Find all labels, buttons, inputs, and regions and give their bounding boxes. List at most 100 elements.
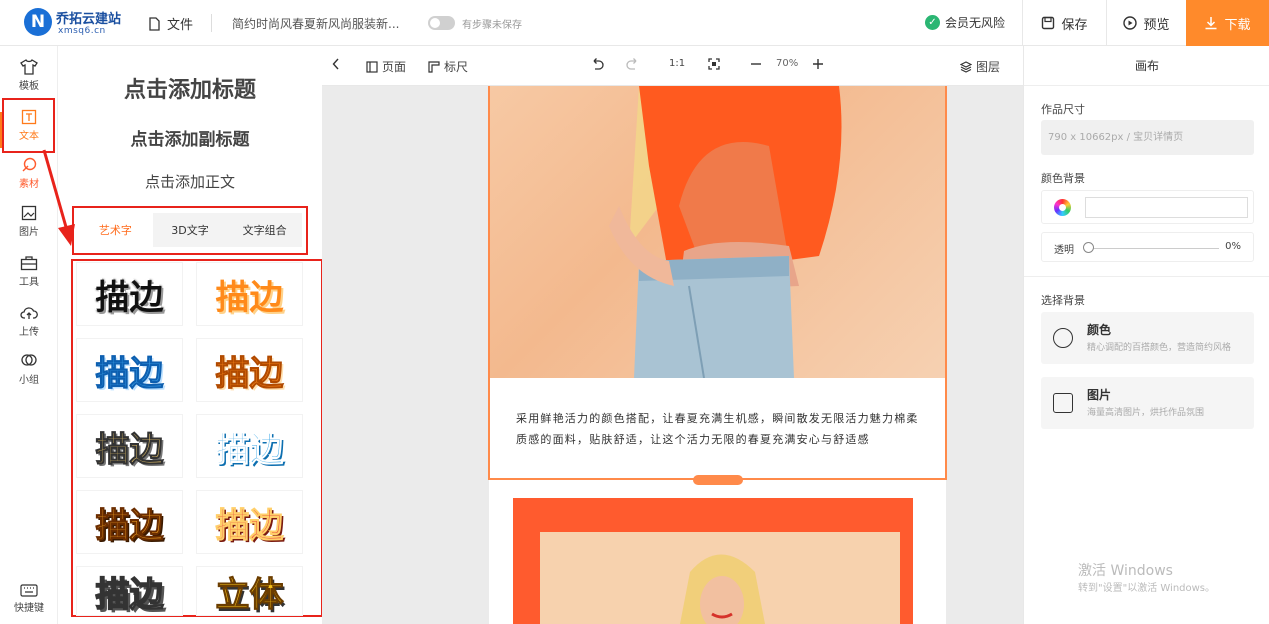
nav-item-group[interactable]: 小组 [0, 346, 58, 392]
plus-icon [813, 59, 823, 69]
divider [1024, 276, 1269, 277]
nav-label: 素材 [19, 178, 39, 190]
add-body-button[interactable]: 点击添加正文 [58, 171, 322, 192]
opacity-slider-knob[interactable] [1083, 242, 1094, 253]
art-style-item[interactable]: 立体 [196, 566, 303, 616]
image-icon [21, 205, 37, 220]
keyboard-icon [20, 584, 38, 597]
opacity-row: 透明 0% [1041, 232, 1254, 262]
check-circle-icon: ✓ [925, 15, 940, 30]
palette-icon [1053, 328, 1073, 348]
file-label: 文件 [167, 18, 194, 33]
opacity-value: 0% [1225, 241, 1241, 252]
annotation-arrow-icon [42, 149, 75, 246]
canvas-paragraph-text[interactable]: 采用鲜艳活力的颜色搭配，让春夏充满生机感，瞬间散发无限活力魅力棉柔质感的面料，贴… [516, 408, 926, 450]
nav-item-tools[interactable]: 工具 [0, 248, 58, 294]
bg-option-desc: 精心调配的百搭颜色，营造简约风格 [1087, 343, 1232, 353]
play-circle-icon [1123, 16, 1138, 30]
resize-handle[interactable] [693, 475, 743, 485]
art-style-item[interactable]: 描边 [76, 566, 183, 616]
divider [211, 14, 212, 32]
add-subtitle-button[interactable]: 点击添加副标题 [58, 125, 322, 150]
nav-label: 工具 [19, 276, 39, 288]
canvas-toolbar: 页面 标尺 1:1 70% 图层 [322, 46, 1023, 86]
file-button[interactable]: 文件 [148, 14, 193, 33]
ruler-button[interactable]: 标尺 [428, 58, 468, 75]
tab-art-text[interactable]: 艺术字 [78, 213, 153, 247]
save-button[interactable]: 保存 [1022, 0, 1106, 46]
windows-watermark-title: 激活 Windows [1078, 563, 1173, 579]
bg-option-title: 颜色 [1087, 323, 1112, 337]
logo-name: 乔拓云建站 [56, 12, 122, 27]
material-icon [22, 157, 37, 171]
canvas-area[interactable]: 采用鲜艳活力的颜色搭配，让春夏充满生机感，瞬间散发无限活力魅力棉柔质感的面料，贴… [322, 86, 1023, 624]
art-style-item[interactable]: 描边 [76, 414, 183, 478]
toolbox-icon [20, 255, 38, 270]
art-style-item[interactable]: 描边 [196, 414, 303, 478]
logo-sub: xmsq6.cn [58, 26, 106, 36]
page-icon [366, 60, 378, 73]
autosave-status: 有步骤未保存 [462, 20, 522, 31]
download-label: 下载 [1224, 17, 1251, 33]
tab-text-combo[interactable]: 文字组合 [227, 213, 302, 247]
autosave-toggle[interactable] [428, 16, 455, 30]
color-value-input[interactable] [1085, 197, 1248, 218]
art-style-item[interactable]: 描边 [76, 262, 183, 326]
canvas-settings-panel: 画布 作品尺寸 790 x 10662px / 宝贝详情页 颜色背景 透明 0%… [1023, 46, 1269, 624]
ruler-icon [428, 60, 440, 73]
logo-icon[interactable]: N [24, 8, 52, 36]
nav-label: 模板 [19, 80, 39, 92]
choose-bg-label: 选择背景 [1041, 294, 1085, 307]
art-style-item[interactable]: 描边 [196, 490, 303, 554]
color-bg-label: 颜色背景 [1041, 172, 1085, 185]
color-wheel-icon[interactable] [1054, 199, 1071, 216]
upload-icon [20, 306, 38, 319]
group-icon [21, 353, 37, 366]
page-label: 页面 [382, 60, 407, 74]
bg-option-image[interactable]: 图片 海量高清图片，烘托作品氛围 [1041, 377, 1254, 429]
art-style-item[interactable]: 描边 [196, 262, 303, 326]
undo-icon [593, 58, 604, 70]
art-style-item[interactable]: 描边 [196, 338, 303, 402]
fit-screen-icon [708, 58, 720, 70]
art-style-item[interactable]: 描边 [76, 490, 183, 554]
ruler-label: 标尺 [444, 60, 469, 74]
nav-item-upload[interactable]: 上传 [0, 298, 58, 344]
art-style-item[interactable]: 描边 [76, 338, 183, 402]
zoom-in-button[interactable] [812, 58, 824, 70]
layers-label: 图层 [976, 60, 1001, 74]
layers-icon [960, 60, 972, 73]
minus-icon [751, 63, 761, 65]
nav-label: 图片 [19, 226, 39, 238]
windows-watermark-sub: 转到"设置"以激活 Windows。 [1078, 583, 1216, 594]
panel-heading: 画布 [1024, 46, 1269, 86]
chevron-left-icon [332, 58, 339, 70]
download-button[interactable]: 下载 [1186, 0, 1269, 46]
nav-item-template[interactable]: 模板 [0, 52, 58, 98]
redo-button[interactable] [626, 58, 640, 70]
member-badge[interactable]: ✓ 会员无风险 [925, 14, 1005, 31]
nav-label: 小组 [19, 374, 39, 386]
layers-button[interactable]: 图层 [960, 58, 1000, 75]
add-title-button[interactable]: 点击添加标题 [58, 72, 322, 104]
tab-3d-text[interactable]: 3D文字 [153, 213, 228, 247]
bg-option-color[interactable]: 颜色 精心调配的百搭颜色，营造简约风格 [1041, 312, 1254, 364]
actual-size-button[interactable]: 1:1 [669, 58, 685, 69]
download-icon [1205, 17, 1217, 30]
highlight-box-text-nav [2, 98, 55, 153]
zoom-out-button[interactable] [750, 58, 762, 70]
photo-model-blonde[interactable] [540, 532, 900, 624]
member-label: 会员无风险 [945, 16, 1006, 30]
tshirt-icon [20, 58, 38, 75]
shortcut-button[interactable]: 快捷键 [0, 576, 58, 622]
color-picker-row [1041, 190, 1254, 224]
collapse-panel-button[interactable] [332, 58, 340, 70]
document-title[interactable]: 简约时尚风春夏新风尚服装新... [232, 15, 399, 32]
file-icon [149, 16, 160, 31]
undo-button[interactable] [590, 58, 604, 70]
preview-button[interactable]: 预览 [1106, 0, 1186, 46]
page-button[interactable]: 页面 [366, 58, 406, 75]
redo-icon [626, 58, 637, 70]
fit-screen-button[interactable] [708, 58, 720, 70]
opacity-slider-track[interactable] [1087, 248, 1219, 249]
